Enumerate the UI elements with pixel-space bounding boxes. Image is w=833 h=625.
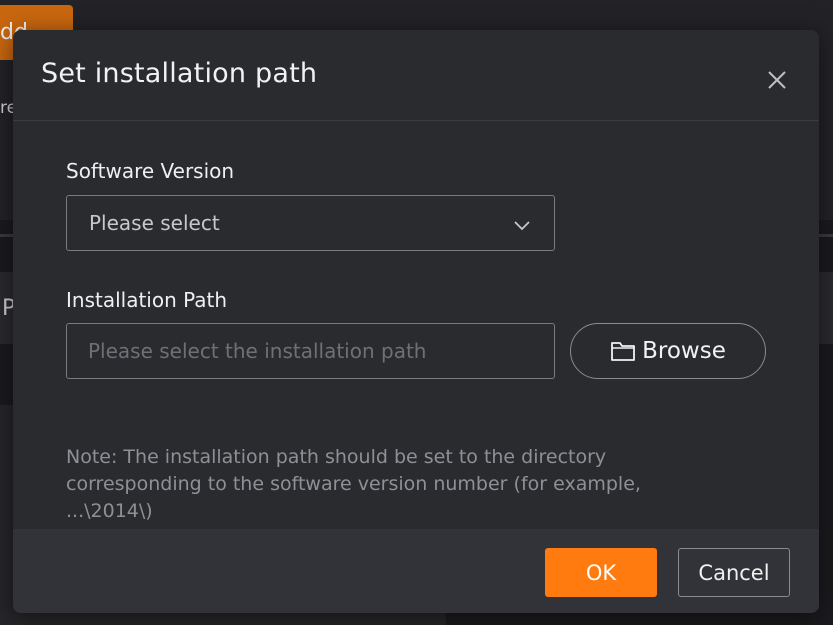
dialog-footer: OK Cancel bbox=[13, 529, 819, 613]
dialog-title: Set installation path bbox=[41, 58, 318, 89]
dialog-header: Set installation path bbox=[13, 30, 819, 121]
browse-label: Browse bbox=[642, 338, 726, 364]
software-version-select[interactable]: Please select bbox=[66, 195, 555, 251]
installation-path-note: Note: The installation path should be se… bbox=[66, 446, 641, 522]
dialog-body: Software Version Please select Installat… bbox=[13, 121, 819, 529]
cancel-button[interactable]: Cancel bbox=[678, 548, 790, 597]
installation-path-input[interactable] bbox=[66, 323, 555, 379]
ok-button[interactable]: OK bbox=[545, 548, 657, 597]
browse-button[interactable]: Browse bbox=[570, 323, 766, 379]
software-version-placeholder: Please select bbox=[89, 211, 220, 235]
close-icon[interactable] bbox=[765, 68, 789, 92]
chevron-down-icon bbox=[512, 215, 532, 235]
set-installation-path-dialog: Set installation path Software Version P… bbox=[13, 30, 819, 613]
folder-icon bbox=[610, 340, 636, 362]
software-version-label: Software Version bbox=[66, 159, 235, 183]
installation-path-label: Installation Path bbox=[66, 288, 228, 312]
